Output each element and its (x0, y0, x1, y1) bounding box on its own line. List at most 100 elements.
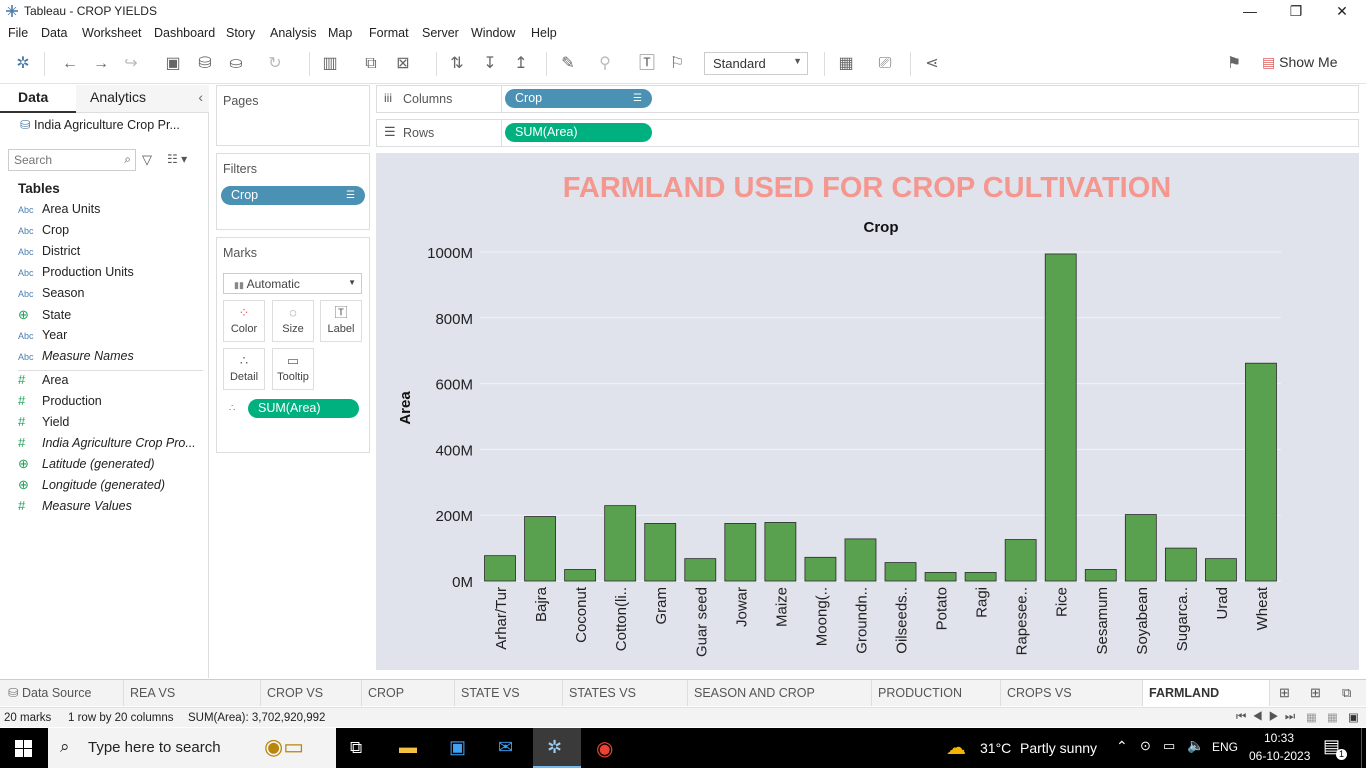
detail-button[interactable]: ∴ Detail (223, 348, 265, 390)
rows-shelf[interactable]: ☰ Rows SUM(Area) (376, 119, 1359, 147)
measure-field[interactable]: # Yield (18, 414, 203, 434)
sort-descending-icon[interactable]: ↥ (511, 54, 531, 74)
refresh-icon[interactable]: ↻ (265, 54, 285, 74)
dimension-field[interactable]: ⊕ State (18, 307, 203, 327)
meet-now-icon[interactable]: ⊙ (1140, 738, 1151, 754)
undo-icon[interactable]: ← (60, 54, 80, 74)
search-input[interactable] (14, 151, 114, 169)
chrome-icon[interactable]: ◉ (596, 736, 613, 761)
measure-field[interactable]: # India Agriculture Crop Pro... (18, 435, 203, 455)
show-me-button[interactable]: ▤ Show Me (1262, 54, 1337, 74)
cards-icon[interactable]: ▦ (836, 54, 856, 74)
viz-area[interactable]: FARMLAND USED FOR CROP CULTIVATION Crop 0M… (376, 153, 1359, 670)
show-desktop-button[interactable] (1361, 728, 1366, 768)
show-filmstrip-icon[interactable]: ▦ (1306, 710, 1317, 724)
filter-fields-icon[interactable]: ▽ (142, 152, 152, 168)
menu-help[interactable]: Help (531, 26, 557, 40)
task-view-icon[interactable]: ⧉ (350, 738, 362, 758)
menu-analysis[interactable]: Analysis (270, 26, 317, 40)
search-icon[interactable]: ⌕ (124, 152, 131, 167)
swap-icon[interactable]: ⇅ (447, 54, 467, 74)
new-story-icon[interactable]: ⧉ (1342, 685, 1351, 701)
dimension-field[interactable]: Abc Season (18, 286, 203, 306)
tab-states-vs-yeilds[interactable]: STATES VS YEILDS (563, 680, 688, 726)
menu-story[interactable]: Story (226, 26, 255, 40)
presentation-icon[interactable]: ⎚ (875, 54, 895, 74)
tab-crop-vs-year[interactable]: CROP VS YEAR (261, 680, 362, 726)
chevron-up-icon[interactable]: ⌃ (1116, 738, 1128, 755)
file-explorer-icon[interactable]: ▬ (399, 737, 417, 758)
measure-field[interactable]: # Measure Values (18, 498, 203, 518)
windows-start-icon[interactable] (15, 740, 32, 757)
filters-shelf[interactable]: Filters Crop ☰ (216, 153, 370, 230)
clock-time[interactable]: 10:33 (1264, 731, 1294, 745)
share-icon[interactable]: ⋖ (922, 54, 942, 74)
highlight-icon[interactable]: ✎ (558, 54, 578, 74)
collapse-pane-icon[interactable]: ‹ (198, 89, 203, 105)
new-dashboard-icon[interactable]: ⊞ (1310, 685, 1321, 701)
dimension-field[interactable]: Abc Production Units (18, 265, 203, 285)
menu-map[interactable]: Map (328, 26, 352, 40)
dimension-field[interactable]: Abc Measure Names (18, 349, 203, 369)
filter-pill-crop[interactable]: Crop ☰ (221, 186, 365, 205)
store-icon[interactable]: ▣ (449, 737, 466, 758)
columns-pill-crop[interactable]: Crop ☰ (505, 89, 652, 108)
menu-data[interactable]: Data (41, 26, 67, 40)
duplicate-sheet-icon[interactable]: ⧉ (361, 54, 381, 74)
tab-production-year[interactable]: PRODUCTION YEAR (872, 680, 1001, 726)
pause-updates-icon[interactable]: ⛀ (226, 54, 246, 74)
mail-icon[interactable]: ✉ (498, 737, 513, 758)
tableau-home-icon[interactable]: ✲ (13, 54, 33, 74)
tab-crops-vs-districts[interactable]: CROPS VS DISTRICTS (1001, 680, 1143, 726)
replay-icon[interactable]: ↪ (121, 54, 141, 74)
group-icon[interactable]: ⚲ (595, 54, 615, 74)
clear-sheet-icon[interactable]: ⊠ (393, 54, 413, 74)
measure-field[interactable]: # Production (18, 393, 203, 413)
tab-crop-yields[interactable]: CROP YIELDS (362, 680, 455, 726)
tab-state-vs-crop[interactable]: STATE VS CROP (455, 680, 563, 726)
taskbar-search[interactable]: ⌕ Type here to search ◉▭ (48, 728, 336, 768)
format-painter-icon[interactable]: ⚑ (1224, 54, 1244, 74)
pages-shelf[interactable]: Pages (216, 85, 370, 146)
clock-date[interactable]: 06-10-2023 (1249, 749, 1310, 763)
show-labels-icon[interactable]: 🅃 (637, 54, 657, 74)
minimize-button[interactable]: — (1227, 0, 1273, 22)
close-button[interactable]: ✕ (1319, 0, 1365, 22)
language-indicator[interactable]: ENG (1212, 740, 1238, 754)
tab-analytics[interactable]: Analytics ‹ (76, 85, 209, 113)
sort-ascending-icon[interactable]: ↧ (480, 54, 500, 74)
menu-window[interactable]: Window (471, 26, 515, 40)
network-icon[interactable]: ▭ (1163, 738, 1175, 754)
show-tabs-icon[interactable]: ▣ (1348, 710, 1359, 724)
new-datasource-icon[interactable]: ⛁ (195, 54, 215, 74)
columns-shelf[interactable]: iii Columns Crop ☰ (376, 85, 1359, 113)
redo-icon[interactable]: → (91, 54, 111, 74)
color-button[interactable]: ⁘ Color (223, 300, 265, 342)
dimension-field[interactable]: Abc Area Units (18, 202, 203, 222)
tab-season-and-crop-counts[interactable]: SEASON AND CROP COUNTS (688, 680, 872, 726)
menu-dashboard[interactable]: Dashboard (154, 26, 215, 40)
dimension-field[interactable]: Abc District (18, 244, 203, 264)
volume-icon[interactable]: 🔈 (1187, 737, 1204, 754)
menu-format[interactable]: Format (369, 26, 409, 40)
tab-data-source[interactable]: ⛁ Data Source (2, 680, 124, 706)
dimension-field[interactable]: Abc Crop (18, 223, 203, 243)
label-button[interactable]: 🅃 Label (320, 300, 362, 342)
tableau-taskbar-app[interactable]: ✲ (533, 728, 581, 768)
menu-server[interactable]: Server (422, 26, 459, 40)
datasource-item[interactable]: ⛁ India Agriculture Crop Pr... (20, 117, 180, 132)
rows-pill-sum-area[interactable]: SUM(Area) (505, 123, 652, 142)
mark-type-dropdown[interactable]: ▮▮ Automatic ▼ (223, 273, 362, 294)
save-icon[interactable]: ▣ (163, 54, 183, 74)
measure-field[interactable]: ⊕ Latitude (generated) (18, 456, 203, 476)
dimension-field[interactable]: Abc Year (18, 328, 203, 348)
fit-dropdown[interactable]: Standard ▼ (704, 52, 808, 75)
tab-area-vs-production[interactable]: REA VS PRODUCTION (124, 680, 261, 706)
tab-data[interactable]: Data (0, 85, 76, 113)
restore-button[interactable]: ❐ (1273, 0, 1319, 22)
tab-farmland-crops[interactable]: FARMLAND CROPS (1143, 680, 1270, 726)
size-button[interactable]: ◌ Size (272, 300, 314, 342)
new-worksheet-icon[interactable]: ⊞ (1279, 685, 1290, 701)
sheet-nav-icons[interactable]: ⏮◀▶⏭ (1236, 711, 1301, 724)
measure-field[interactable]: ⊕ Longitude (generated) (18, 477, 203, 497)
